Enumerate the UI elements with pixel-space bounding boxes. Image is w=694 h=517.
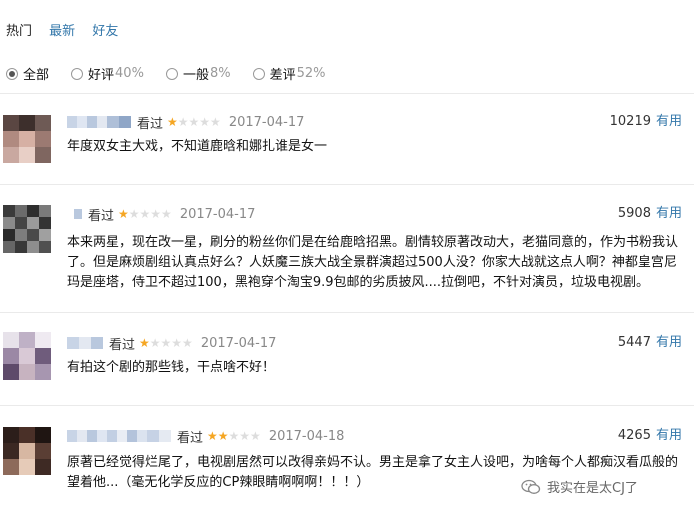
filter-mid-label: 一般	[182, 68, 209, 83]
vote-count: 5447	[617, 335, 651, 350]
review-action: 看过	[88, 208, 115, 224]
username-redacted[interactable]	[67, 429, 171, 443]
vote-count: 4265	[617, 428, 651, 443]
avatar[interactable]	[3, 332, 51, 380]
filter-bad-label: 差评	[269, 68, 296, 83]
useful-button[interactable]: 有用	[656, 206, 682, 221]
divider	[0, 405, 694, 406]
rating-stars: ★★★★★	[207, 429, 261, 443]
review-date: 2017-04-17	[179, 206, 256, 222]
review-action: 看过	[137, 116, 164, 132]
review-meta: 看过 ★★★★★ 2017-04-17	[74, 205, 256, 224]
filter-good-percent: 40%	[115, 66, 144, 81]
star-empty-icon: ★★★	[228, 429, 261, 443]
star-empty-icon: ★★★★	[177, 115, 221, 129]
star-icon: ★	[167, 115, 178, 129]
review-text: 有拍这个剧的那些钱，干点啥不好！	[67, 360, 276, 375]
radio-mid[interactable]	[165, 67, 178, 80]
filter-all-label: 全部	[23, 68, 50, 83]
filter-bad[interactable]: 差评 52%	[252, 64, 326, 83]
radio-bad[interactable]	[252, 67, 265, 80]
divider	[0, 184, 694, 185]
star-empty-icon: ★★★★	[149, 336, 193, 350]
star-icon: ★★	[207, 429, 229, 443]
filter-good-label: 好评	[88, 68, 115, 83]
username-redacted[interactable]	[74, 207, 82, 221]
vote-area: 10219 有用	[610, 113, 682, 131]
useful-button[interactable]: 有用	[656, 335, 682, 350]
rating-stars: ★★★★★	[118, 207, 172, 221]
review-text: 年度双女主大戏，不知道鹿晗和娜扎谁是女一	[67, 139, 328, 154]
username-redacted[interactable]	[67, 115, 131, 129]
review-date: 2017-04-17	[200, 335, 277, 351]
tab-friends[interactable]: 好友	[92, 24, 118, 39]
star-empty-icon: ★★★★	[128, 207, 172, 221]
review-action: 看过	[109, 337, 136, 353]
review-text: 本来两星，现在改一星，刷分的粉丝你们是在给鹿晗招黑。剧情较原著改动大，老猫同意的…	[67, 235, 679, 290]
vote-area: 5908 有用	[618, 205, 682, 223]
filter-mid-percent: 8%	[209, 66, 231, 81]
wechat-icon	[521, 479, 541, 494]
review-meta: 看过 ★★★★★ 2017-04-17	[67, 334, 277, 353]
review-meta: 看过 ★★★★★ 2017-04-17	[67, 113, 305, 132]
review-date: 2017-04-17	[228, 114, 305, 130]
divider	[0, 93, 694, 94]
radio-good[interactable]	[71, 67, 84, 80]
vote-count: 10219	[609, 114, 651, 129]
filter-mid[interactable]: 一般 8%	[165, 64, 231, 83]
rating-filter: 全部 好评 40% 一般 8% 差评 52%	[6, 64, 348, 83]
filter-all[interactable]: 全部	[6, 64, 49, 83]
vote-count: 5908	[617, 206, 651, 221]
rating-stars: ★★★★★	[139, 336, 193, 350]
avatar[interactable]	[3, 427, 51, 475]
username-redacted[interactable]	[67, 336, 103, 350]
radio-all[interactable]	[6, 67, 18, 80]
star-icon: ★	[139, 336, 150, 350]
star-icon: ★	[118, 207, 129, 221]
sort-tabs: 热门 最新 好友	[6, 20, 131, 39]
divider	[0, 312, 694, 313]
useful-button[interactable]: 有用	[656, 428, 682, 443]
filter-good[interactable]: 好评 40%	[71, 64, 144, 83]
tab-latest[interactable]: 最新	[49, 24, 75, 39]
review-action: 看过	[177, 430, 204, 446]
vote-area: 4265 有用	[618, 427, 682, 445]
tab-hot[interactable]: 热门	[6, 24, 32, 39]
watermark-text: 我实在是太CJ了	[547, 481, 638, 496]
review-date: 2017-04-18	[268, 428, 345, 444]
useful-button[interactable]: 有用	[656, 114, 682, 129]
vote-area: 5447 有用	[618, 334, 682, 352]
review-meta: 看过 ★★★★★ 2017-04-18	[67, 427, 345, 446]
avatar[interactable]	[3, 115, 51, 163]
filter-bad-percent: 52%	[296, 66, 326, 81]
watermark: 我实在是太CJ了	[521, 477, 638, 496]
rating-stars: ★★★★★	[167, 115, 221, 129]
avatar[interactable]	[3, 205, 51, 253]
